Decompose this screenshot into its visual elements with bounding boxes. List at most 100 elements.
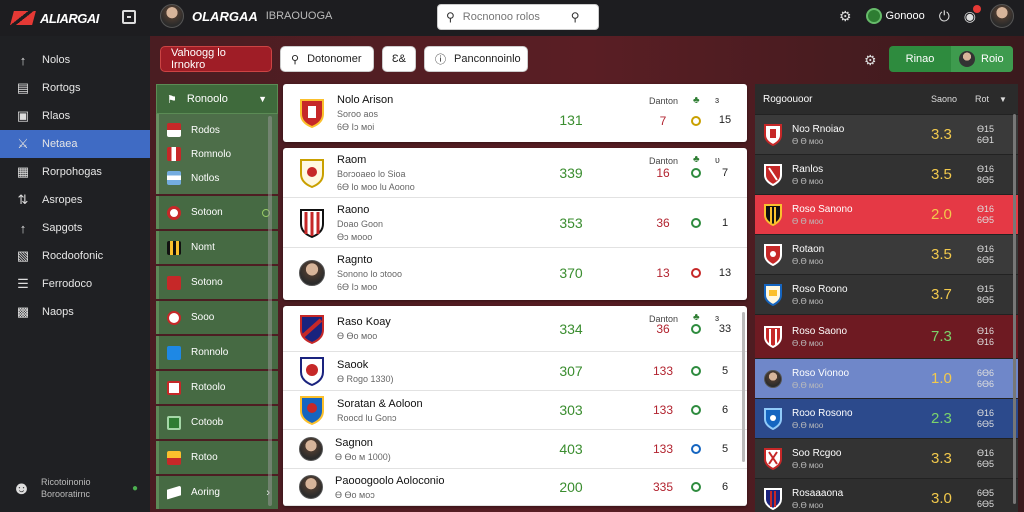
league-item[interactable]: Cotoob — [156, 406, 278, 439]
sidebar-item-7[interactable]: ▧ Rocdoofonic — [0, 242, 150, 270]
matches-scrollbar[interactable] — [742, 312, 745, 462]
match-count[interactable]: 6 — [717, 481, 733, 493]
sidebar-item-1[interactable]: ▤ Rortogs — [0, 74, 150, 102]
image-icon: ▦ — [16, 164, 30, 179]
sidebar-item-5[interactable]: ⇅ Asropes — [0, 186, 150, 214]
league-item-label: Sotono — [191, 277, 223, 288]
sidebar-item-3[interactable]: ⚔ Netaea — [0, 130, 150, 158]
settings-gear-icon[interactable]: ⚙ — [864, 52, 877, 69]
standings-row[interactable]: Ranlos Ɵ Ɵ ᴍoo 3.5 Ɵ16 8Ɵ5 — [755, 154, 1018, 194]
standings-row[interactable]: Rosaaaona Ɵ.Ɵ ᴍoo 3.0 6Ɵ5 6Ɵ5 — [755, 478, 1018, 512]
standings-scrollbar[interactable] — [1013, 114, 1016, 504]
league-item[interactable]: Sotono — [156, 266, 278, 299]
league-item[interactable]: Sotoon — [156, 196, 278, 229]
chevron-down-icon[interactable]: ▼ — [999, 95, 1007, 104]
account-toggle-button[interactable]: Rinao Roio — [889, 46, 1013, 72]
match-row[interactable]: Saook Ɵ Rogo 1330) 307 133 5 — [283, 352, 747, 391]
standings-row[interactable]: Roso Saono Ɵ.Ɵ ᴍoo 7.3 Ɵ16 Ɵ16 — [755, 314, 1018, 358]
standings-row[interactable]: Noɔ Rnoiao Ɵ Ɵ ᴍoo 3.3 Ɵ15 6Ɵ1 — [755, 114, 1018, 154]
primary-action-button[interactable]: Vahoogg lo Irnokro — [160, 46, 272, 72]
footer-line-1: Ricotoinonio — [40, 477, 91, 487]
match-row[interactable]: Soratan & Aoloon Roocd lu Gonɔ 303 133 6 — [283, 391, 747, 430]
match-count[interactable]: 13 — [717, 267, 733, 279]
code-button[interactable]: Ɛ& — [382, 46, 416, 72]
flag-icon — [167, 123, 181, 137]
match-row[interactable]: Raso Koay Ɵ Ɵo ᴍoo 334 36 33 — [283, 306, 747, 352]
sidebar-item-2[interactable]: ▣ Rlaos — [0, 102, 150, 130]
league-item[interactable]: Aoring› — [156, 476, 278, 509]
standings-row[interactable]: Soo Rcgoo Ɵ.Ɵ ᴍoo 3.3 Ɵ16 6Ɵ5 — [755, 438, 1018, 478]
match-odds[interactable]: 133 — [650, 442, 676, 456]
power-icon[interactable]: ⏻ — [939, 8, 950, 25]
league-group: Rodos Romnolo Notlos — [156, 114, 278, 194]
match-count[interactable]: 5 — [717, 365, 733, 377]
standings-sub: Ɵ Ɵ ᴍoo — [792, 216, 824, 226]
match-odds[interactable]: 133 — [650, 364, 676, 378]
match-odds[interactable]: 335 — [650, 480, 676, 494]
standings-sub: Ɵ.Ɵ ᴍoo — [792, 380, 824, 390]
coins-display[interactable]: Gonooo — [865, 8, 925, 24]
user-avatar[interactable] — [160, 4, 184, 28]
league-row[interactable]: Notlos — [159, 166, 278, 190]
sidebar-item-8[interactable]: ☰ Ferrodoco — [0, 270, 150, 298]
league-row[interactable]: Rodos — [159, 118, 278, 142]
leagues-header[interactable]: ⚑ Ronoolo ▼ — [156, 84, 278, 114]
standings-row[interactable]: Roɔo Rosono Ɵ.Ɵ ᴍoo 2.3 Ɵ16 6Ɵ5 — [755, 398, 1018, 438]
filter-button[interactable]: ⓘ Panconnoinlo — [424, 46, 528, 72]
match-row[interactable]: Paooogoolo Aoloconio Ɵ Ɵo ᴍoɔ 200 335 6 — [283, 469, 747, 506]
match-odds[interactable]: 7 — [650, 114, 676, 128]
search-submit-icon[interactable]: ⚲ — [571, 10, 580, 24]
match-row[interactable]: Ragnto Sonono lo ɔtooo 6Ɵ Iɔ ᴍoo 370 13 13 — [283, 248, 747, 298]
global-search-input[interactable] — [462, 11, 563, 23]
sidebar-item-4[interactable]: ▦ Rorpohogas — [0, 158, 150, 186]
match-count[interactable]: 7 — [717, 167, 733, 179]
sidebar-item-6[interactable]: ↑ Sapgots — [0, 214, 150, 242]
match-odds[interactable]: 133 — [650, 403, 676, 417]
search-button[interactable]: ⚲ Dotonomer — [280, 46, 374, 72]
sidebar-item-9[interactable]: ▩ Naops — [0, 298, 150, 326]
standings-score: 3.7 — [931, 286, 952, 303]
crest-icon — [167, 345, 181, 360]
league-item[interactable]: Ronnolo — [156, 336, 278, 369]
match-odds[interactable]: 16 — [650, 166, 676, 180]
standings-row-selected[interactable]: Roso Vionoo Ɵ.Ɵ ᴍoo 1.0 6Ɵ6 6Ɵ6 — [755, 358, 1018, 398]
match-odds[interactable]: 13 — [650, 266, 676, 280]
sidebar-item-0[interactable]: ↑ Nolos — [0, 46, 150, 74]
profile-avatar[interactable] — [990, 4, 1014, 28]
team-crest-icon — [764, 407, 782, 430]
status-circle-icon — [691, 217, 701, 228]
match-row[interactable]: Raono Doao Goon Ɵɔ ᴍooo 353 36 1 — [283, 198, 747, 248]
match-odds[interactable]: 36 — [650, 322, 676, 336]
match-count[interactable]: 5 — [717, 443, 733, 455]
coins-label: Gonooo — [885, 10, 925, 22]
sidebar-footer[interactable]: ☻ Ricotoinonio Borooratirnc ● — [12, 476, 138, 500]
match-row[interactable]: Nolo Arison Soroo aos 6Ɵ Iɔ ᴍoi Danton ♣ ɜ… — [283, 84, 747, 142]
league-item[interactable]: Nomt — [156, 231, 278, 264]
match-row[interactable]: Raom Borɔoaeo lo Sioa 6Ɵ lo ᴍoo lu Aoono 3… — [283, 148, 747, 198]
match-subtitle: Ɵ Ɵo ᴍ 1000) — [335, 451, 391, 462]
match-odds[interactable]: 36 — [650, 216, 676, 230]
global-search[interactable]: ⚲ ⚲ — [437, 4, 599, 30]
standings-row[interactable]: Rotaon Ɵ.Ɵ ᴍoo 3.5 Ɵ16 6Ɵ5 — [755, 234, 1018, 274]
league-item[interactable]: Sooo — [156, 301, 278, 334]
standings-row-highlight[interactable]: Roso Sanono Ɵ Ɵ ᴍoo 2.0 Ɵ16 6Ɵ5 — [755, 194, 1018, 234]
standings-stat: 6Ɵ5 — [977, 214, 995, 225]
leagues-panel: ⚑ Ronoolo ▼ Rodos Romnolo Notlos Sotoon … — [156, 84, 278, 512]
league-item[interactable]: Rotoolo — [156, 371, 278, 404]
sidebar-collapse-icon[interactable] — [122, 10, 136, 24]
standings-stat: Ɵ15 — [977, 123, 995, 134]
match-count[interactable]: 6 — [717, 404, 733, 416]
settings-gear-icon[interactable]: ⚙ — [839, 8, 852, 25]
team-crest-icon — [764, 243, 782, 266]
match-count[interactable]: 15 — [717, 114, 733, 126]
standings-stat: Ɵ16 — [977, 407, 995, 418]
match-count[interactable]: 33 — [717, 323, 733, 335]
match-row[interactable]: Sagnon Ɵ Ɵo ᴍ 1000) 403 133 5 — [283, 430, 747, 469]
notification-icon[interactable]: ◉ — [964, 4, 981, 25]
leagues-scrollbar[interactable] — [268, 116, 272, 506]
match-count[interactable]: 1 — [717, 217, 733, 229]
account-right-label: Roio — [981, 53, 1004, 65]
standings-row[interactable]: Roso Roono Ɵ.Ɵ ᴍoo 3.7 Ɵ15 8Ɵ5 — [755, 274, 1018, 314]
league-item[interactable]: Rotoo — [156, 441, 278, 474]
league-row[interactable]: Romnolo — [159, 142, 278, 166]
